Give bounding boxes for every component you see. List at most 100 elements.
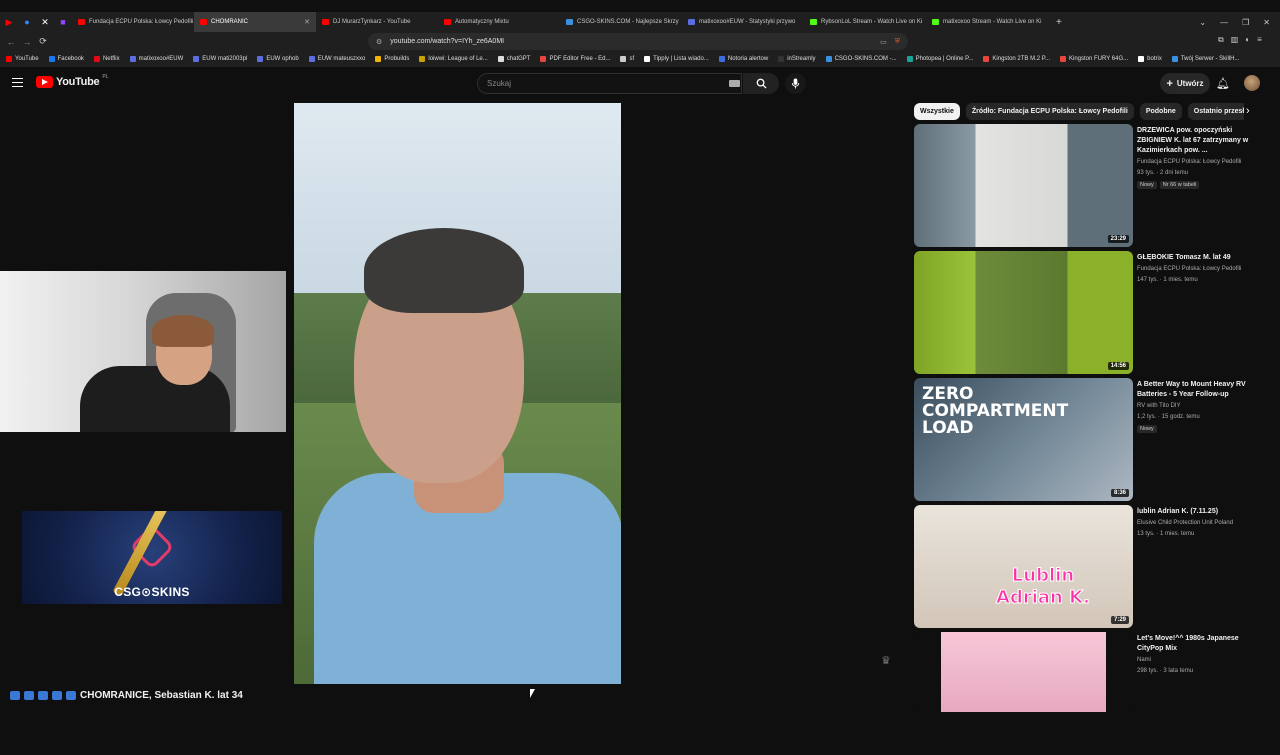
extension-icon[interactable]: ⧉ [1218, 35, 1224, 45]
url-text: youtube.com/watch?v=IYh_ze6A0MI [390, 38, 505, 45]
video-player[interactable] [294, 103, 621, 684]
browser-tab[interactable]: Automatyczny Mixtu [438, 12, 560, 32]
recommendation-card[interactable]: 14:56 GŁĘBOKIE Tomasz M. lat 49 Fundacja E… [914, 251, 1264, 374]
bookmark-item[interactable]: Facebook [48, 56, 84, 62]
filter-chip[interactable]: Podobne [1139, 103, 1182, 120]
keyboard-icon[interactable] [729, 80, 740, 87]
sponsor-banner: CSG⊙SKINS [22, 511, 282, 604]
pinned-tab-messenger[interactable]: ● [18, 13, 36, 31]
bookmark-item[interactable]: loiwwi: League of Le... [419, 56, 488, 62]
bookmark-item[interactable]: EUW ophob [257, 56, 299, 62]
bookmark-label: Kingston 2TB M.2 P... [992, 56, 1050, 62]
omnibox[interactable]: ⚙ youtube.com/watch?v=IYh_ze6A0MI ▭ ⛨ [368, 33, 908, 50]
channel-name[interactable]: Elusive Child Protection Unit Poland [1137, 519, 1261, 528]
sponsor-logo: CSG⊙SKINS [114, 585, 190, 599]
bookmark-item[interactable]: matixoxoo#EUW [129, 56, 183, 62]
bookmark-item[interactable]: YouTube [6, 56, 39, 62]
bookmark-item[interactable]: Notoria alertow [718, 56, 769, 62]
recommendation-card[interactable]: 23:29 DRZEWICA pow. opoczyński ZBIGNIEW K… [914, 124, 1264, 247]
browser-tab[interactable]: CSGO-SKINS.COM - Najlepsze Skrzy [560, 12, 682, 32]
search-input[interactable]: Szukaj [477, 73, 742, 94]
video-thumbnail[interactable]: 14:56 [914, 251, 1133, 374]
sidebar-icon[interactable]: ▥ [1231, 35, 1239, 45]
bookmark-favicon-icon [540, 56, 547, 62]
video-thumbnail[interactable]: ZERO COMPARTMENT LOAD 8:36 [914, 378, 1133, 501]
recommendation-meta: DRZEWICA pow. opoczyński ZBIGNIEW K. lat… [1137, 126, 1261, 189]
video-thumbnail[interactable] [914, 632, 1133, 712]
recommendation-title[interactable]: lublin Adrian K. (7.11.25) [1137, 507, 1261, 517]
filter-chip[interactable]: Ostatnio przesłane [1187, 103, 1244, 120]
bookmark-item[interactable]: PDF Editor Free - Ed... [540, 56, 610, 62]
site-info-icon[interactable]: ⚙ [376, 38, 382, 46]
browser-tab[interactable]: Fundacja ECPU Polska: Łowcy Pedofili [72, 12, 194, 32]
voice-search-button[interactable] [785, 73, 806, 94]
avatar[interactable] [1244, 75, 1260, 91]
bookmark-favicon-icon [129, 56, 136, 62]
new-tab-button[interactable]: + [1048, 17, 1070, 28]
back-button[interactable]: ← [3, 37, 19, 47]
bookmark-item[interactable]: EUW mateuszxxo [308, 56, 365, 62]
bookmark-favicon-icon [193, 56, 200, 62]
channel-name[interactable]: RV with Tito DIY [1137, 402, 1261, 411]
recommendation-title[interactable]: GŁĘBOKIE Tomasz M. lat 49 [1137, 253, 1261, 263]
bookmark-favicon-icon [983, 56, 990, 62]
bookmark-label: Twój Serwer - SkillH... [1180, 56, 1240, 62]
bookmark-favicon-icon [1171, 56, 1178, 62]
browser-menu-icon[interactable]: ≡ [1257, 35, 1262, 45]
hamburger-menu-icon[interactable] [12, 78, 23, 87]
minimize-button[interactable]: — [1220, 18, 1228, 27]
bookmark-item[interactable]: CSGO-SKINS.COM -... [825, 56, 897, 62]
bookmark-item[interactable]: Netflix [93, 56, 120, 62]
channel-name[interactable]: Nami [1137, 656, 1261, 665]
bookmark-item[interactable]: Kingston FURY 64G... [1060, 56, 1128, 62]
browser-tab[interactable]: matixoxoo#EUW - Statystyki przywo [682, 12, 804, 32]
pinned-tab-x[interactable]: ✕ [36, 13, 54, 31]
recommendation-card[interactable]: Lublin Adrian K. 7:29 lublin Adrian K. (7.… [914, 505, 1264, 628]
tab-search-icon[interactable]: ⌄ [1199, 18, 1206, 27]
bookmark-label: Notoria alertow [727, 56, 769, 62]
recommendation-title[interactable]: A Better Way to Mount Heavy RV Batteries… [1137, 380, 1261, 400]
youtube-logo[interactable]: YouTube PL [36, 74, 108, 88]
filter-chip[interactable]: Źródło: Fundacja ECPU Polska: Łowcy Pedo… [965, 103, 1134, 120]
bookmark-item[interactable]: Photopea | Online P... [906, 56, 973, 62]
bookmark-item[interactable]: EUW mati2003pl [193, 56, 247, 62]
pinned-tab-twitch[interactable]: ■ [54, 13, 72, 31]
bookmark-item[interactable]: botrix [1138, 56, 1162, 62]
close-window-button[interactable]: ✕ [1263, 18, 1270, 27]
recommendation-card[interactable]: Let's Move!^^ 1980s Japanese CityPop Mix… [914, 632, 1264, 755]
channel-name[interactable]: Fundacja ECPU Polska: Łowcy Pedofili [1137, 265, 1261, 274]
pinned-tab-youtube[interactable]: ▶ [0, 13, 18, 31]
bookmark-item[interactable]: Kingston 2TB M.2 P... [983, 56, 1050, 62]
video-thumbnail[interactable]: Lublin Adrian K. 7:29 [914, 505, 1133, 628]
bookmark-item[interactable]: inStreamly [778, 56, 816, 62]
bookmark-item[interactable]: Tipply | Lista wiado... [644, 56, 709, 62]
browser-tab[interactable]: DJ MurarzTynkarz - YouTube [316, 12, 438, 32]
create-button[interactable]: + Utwórz [1160, 73, 1210, 94]
filter-chip[interactable]: Wszystkie [914, 103, 960, 120]
restore-button[interactable]: ❐ [1242, 18, 1249, 27]
channel-name[interactable]: Fundacja ECPU Polska: Łowcy Pedofili [1137, 158, 1261, 167]
thumbnail-overlay-text: Lublin Adrian K. [996, 565, 1091, 609]
recommendation-title[interactable]: Let's Move!^^ 1980s Japanese CityPop Mix [1137, 634, 1261, 654]
brave-shield-icon[interactable]: ⛨ [895, 38, 900, 46]
browser-tab[interactable]: RybsonLoL Stream - Watch Live on Ki [804, 12, 926, 32]
recommendation-card[interactable]: ZERO COMPARTMENT LOAD 8:36 A Better Way to… [914, 378, 1264, 501]
bookmark-item[interactable]: Twój Serwer - SkillH... [1171, 56, 1240, 62]
chevron-right-icon[interactable]: › [1246, 105, 1250, 117]
channel-watermark-icon[interactable]: ♛ [881, 654, 899, 668]
browser-tab[interactable]: CHOMRANIC ✕ [194, 12, 316, 32]
close-tab-icon[interactable]: ✕ [304, 18, 310, 26]
bookmark-item[interactable]: Probuilds [375, 56, 409, 62]
notifications-bell-icon[interactable]: 🔔︎ [1216, 77, 1230, 90]
search-button[interactable] [743, 73, 779, 94]
recommendation-title[interactable]: DRZEWICA pow. opoczyński ZBIGNIEW K. lat… [1137, 126, 1261, 156]
video-title: CHOMRANICE, Sebastian K. lat 34 [10, 690, 243, 701]
reload-button[interactable]: ⟳ [35, 36, 51, 47]
profile-icon[interactable]: ◐ [1245, 35, 1250, 45]
cast-icon[interactable]: ▭ [880, 38, 887, 46]
forward-button[interactable]: → [19, 37, 35, 47]
bookmark-item[interactable]: sf [620, 56, 634, 62]
browser-tab[interactable]: matixoxoo Stream - Watch Live on Ki [926, 12, 1048, 32]
bookmark-item[interactable]: chatGPT [497, 56, 530, 62]
video-thumbnail[interactable]: 23:29 [914, 124, 1133, 247]
